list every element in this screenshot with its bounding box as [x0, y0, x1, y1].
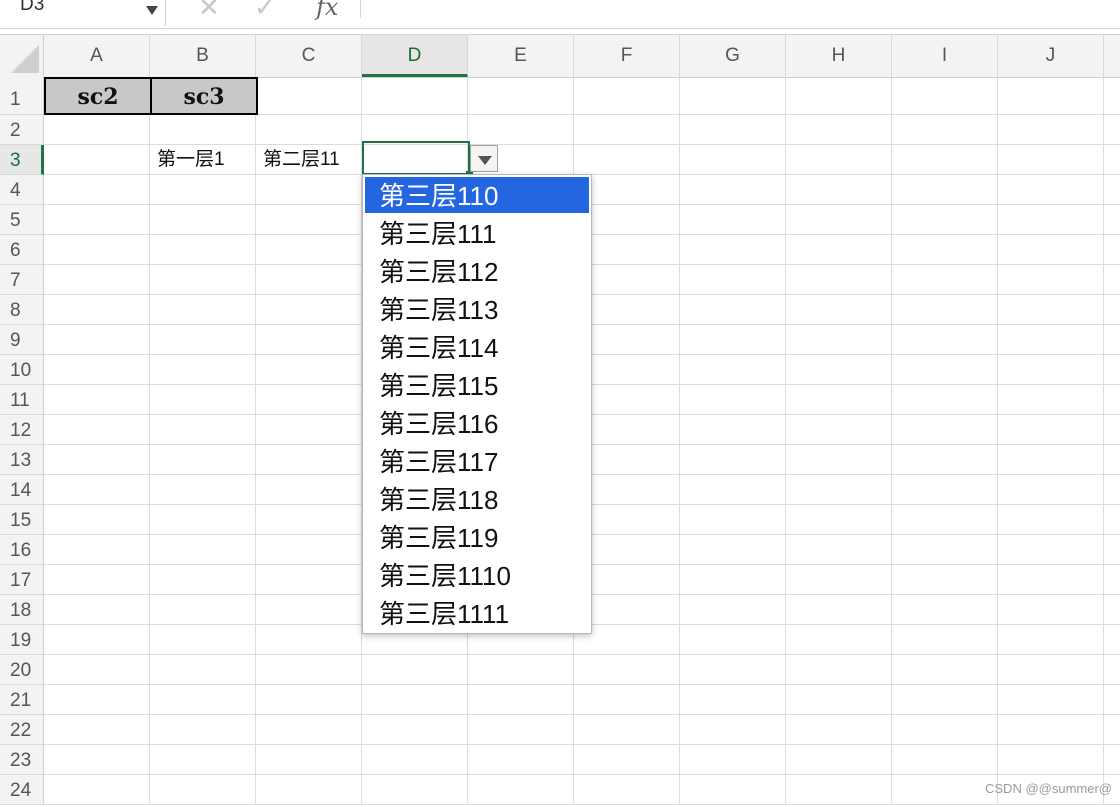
cancel-icon[interactable]: ✕ [198, 0, 220, 20]
grid-hline [44, 774, 1120, 775]
validation-dropdown-list[interactable]: 第三层110 第三层111 第三层112 第三层113 第三层114 第三层115 第三层1… [362, 174, 592, 634]
row-header-6[interactable]: 6 [0, 235, 44, 265]
grid-hline [44, 684, 1120, 685]
row-header-14[interactable]: 14 [0, 475, 44, 505]
active-cell-d3[interactable] [362, 141, 470, 175]
grid-vline [149, 77, 150, 805]
grid-hline [44, 714, 1120, 715]
grid-hline [44, 654, 1120, 655]
dropdown-option[interactable]: 第三层116 [365, 405, 589, 441]
row-header-20[interactable]: 20 [0, 655, 44, 685]
cell-a1[interactable]: sc2 [44, 77, 152, 115]
row-header-9[interactable]: 9 [0, 325, 44, 355]
row-header-3[interactable]: 3 [0, 145, 44, 175]
row-header-17[interactable]: 17 [0, 565, 44, 595]
row-header-10[interactable]: 10 [0, 355, 44, 385]
dropdown-option[interactable]: 第三层1110 [365, 557, 589, 593]
select-all-button[interactable] [0, 35, 44, 77]
cell-c3[interactable]: 第二层11 [263, 145, 340, 175]
row-header-19[interactable]: 19 [0, 625, 44, 655]
dropdown-option[interactable]: 第三层119 [365, 519, 589, 555]
column-header-b[interactable]: B [150, 35, 256, 77]
column-header-h[interactable]: H [786, 35, 892, 77]
grid-vline [997, 77, 998, 805]
row-header-4[interactable]: 4 [0, 175, 44, 205]
confirm-icon[interactable]: ✓ [254, 0, 276, 20]
grid-vline [255, 77, 256, 805]
formula-bar-divider [360, 0, 361, 18]
watermark: CSDN @@summer@ [985, 781, 1112, 796]
dropdown-option[interactable]: 第三层115 [365, 367, 589, 403]
formula-bar: D3 ✕ ✓ fx [0, 0, 1120, 29]
column-header-f[interactable]: F [574, 35, 680, 77]
dropdown-option[interactable]: 第三层114 [365, 329, 589, 365]
chevron-down-icon [478, 156, 492, 165]
column-header-d[interactable]: D [362, 35, 468, 77]
row-header-21[interactable]: 21 [0, 685, 44, 715]
grid-vline [785, 77, 786, 805]
row-header-1[interactable]: 1 [0, 77, 44, 115]
name-box-value: D3 [20, 0, 45, 15]
row-header-5[interactable]: 5 [0, 205, 44, 235]
function-icon[interactable]: fx [316, 0, 338, 20]
dropdown-option[interactable]: 第三层1111 [365, 595, 589, 631]
dropdown-option[interactable]: 第三层117 [365, 443, 589, 479]
dropdown-option[interactable]: 第三层111 [365, 215, 589, 251]
row-header-16[interactable]: 16 [0, 535, 44, 565]
dropdown-option[interactable]: 第三层110 [365, 177, 589, 213]
row-header-13[interactable]: 13 [0, 445, 44, 475]
cell-b3[interactable]: 第一层1 [157, 145, 225, 175]
grid-hline [44, 804, 1120, 805]
row-header-12[interactable]: 12 [0, 415, 44, 445]
grid-vline [891, 77, 892, 805]
dropdown-option[interactable]: 第三层112 [365, 253, 589, 289]
dropdown-option[interactable]: 第三层118 [365, 481, 589, 517]
column-header-c[interactable]: C [256, 35, 362, 77]
row-header-22[interactable]: 22 [0, 715, 44, 745]
name-box[interactable]: D3 [0, 0, 166, 26]
select-all-icon [11, 45, 39, 73]
row-header-15[interactable]: 15 [0, 505, 44, 535]
row-header-11[interactable]: 11 [0, 385, 44, 415]
column-header-e[interactable]: E [468, 35, 574, 77]
grid-vline [679, 77, 680, 805]
column-header-g[interactable]: G [680, 35, 786, 77]
row-header-24[interactable]: 24 [0, 775, 44, 805]
row-header-7[interactable]: 7 [0, 265, 44, 295]
chevron-down-icon[interactable] [146, 6, 158, 15]
row-header-8[interactable]: 8 [0, 295, 44, 325]
data-validation-dropdown-button[interactable] [470, 145, 498, 172]
cell-b1[interactable]: sc3 [150, 77, 258, 115]
row-header-23[interactable]: 23 [0, 745, 44, 775]
grid-hline [44, 744, 1120, 745]
row-header-2[interactable]: 2 [0, 115, 44, 145]
row-header-18[interactable]: 18 [0, 595, 44, 625]
dropdown-option[interactable]: 第三层113 [365, 291, 589, 327]
column-header-a[interactable]: A [44, 35, 150, 77]
grid-vline [1103, 77, 1104, 805]
column-header-j[interactable]: J [998, 35, 1104, 77]
column-header-i[interactable]: I [892, 35, 998, 77]
